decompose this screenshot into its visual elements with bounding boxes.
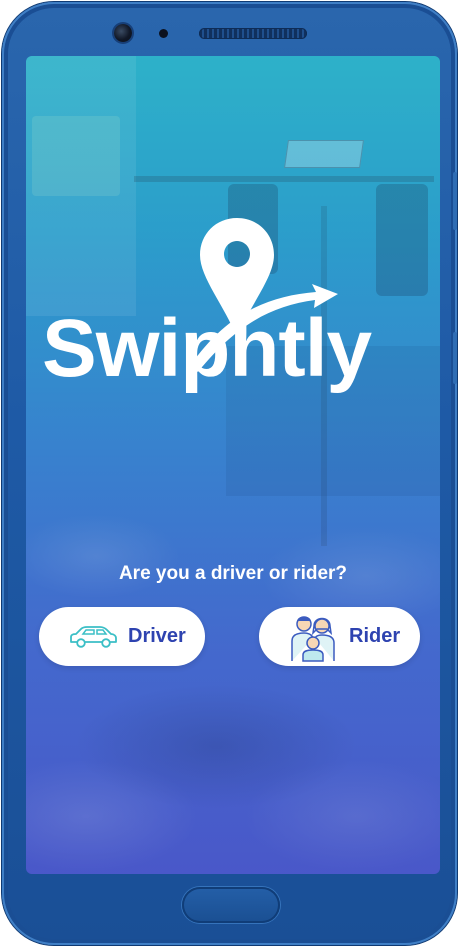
- phone-frame: Swiphtly Are you a driver or rider? Driv…: [2, 2, 457, 945]
- home-button[interactable]: [182, 887, 280, 923]
- proximity-sensor: [159, 29, 168, 38]
- front-camera: [114, 24, 132, 42]
- role-question: Are you a driver or rider?: [118, 563, 348, 584]
- power-button: [453, 332, 457, 384]
- family-icon: [291, 615, 335, 662]
- rider-button[interactable]: Rider: [259, 607, 420, 666]
- app-logo-text: Swiphtly: [42, 303, 372, 394]
- app-screen: Swiphtly Are you a driver or rider? Driv…: [26, 56, 440, 874]
- earpiece-speaker: [199, 28, 307, 39]
- driver-label: Driver: [128, 625, 186, 647]
- car-icon: [70, 625, 117, 648]
- driver-button[interactable]: Driver: [39, 607, 205, 666]
- rider-label: Rider: [349, 625, 401, 647]
- background-overlay: [26, 56, 440, 874]
- volume-button: [453, 172, 457, 230]
